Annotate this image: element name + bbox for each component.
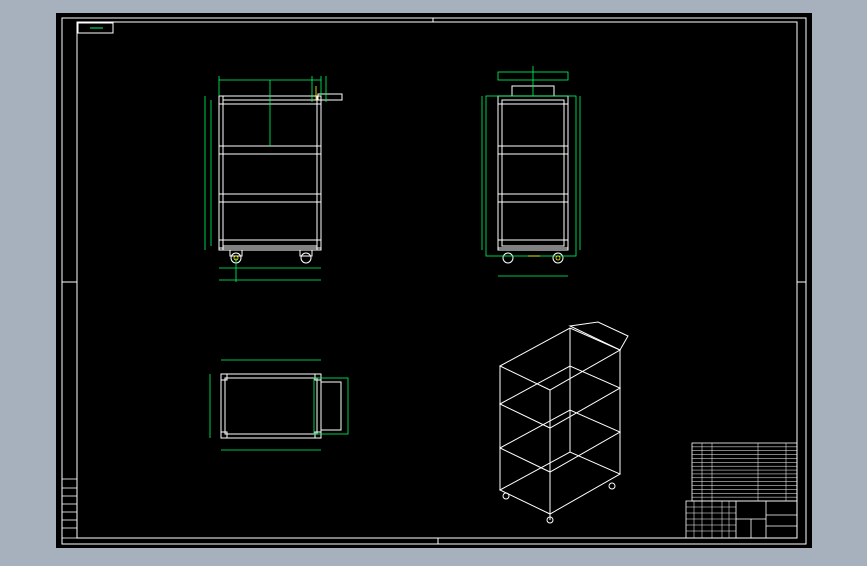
- cad-drawing-viewport[interactable]: [0, 0, 867, 562]
- drawing-sheet: [56, 13, 812, 548]
